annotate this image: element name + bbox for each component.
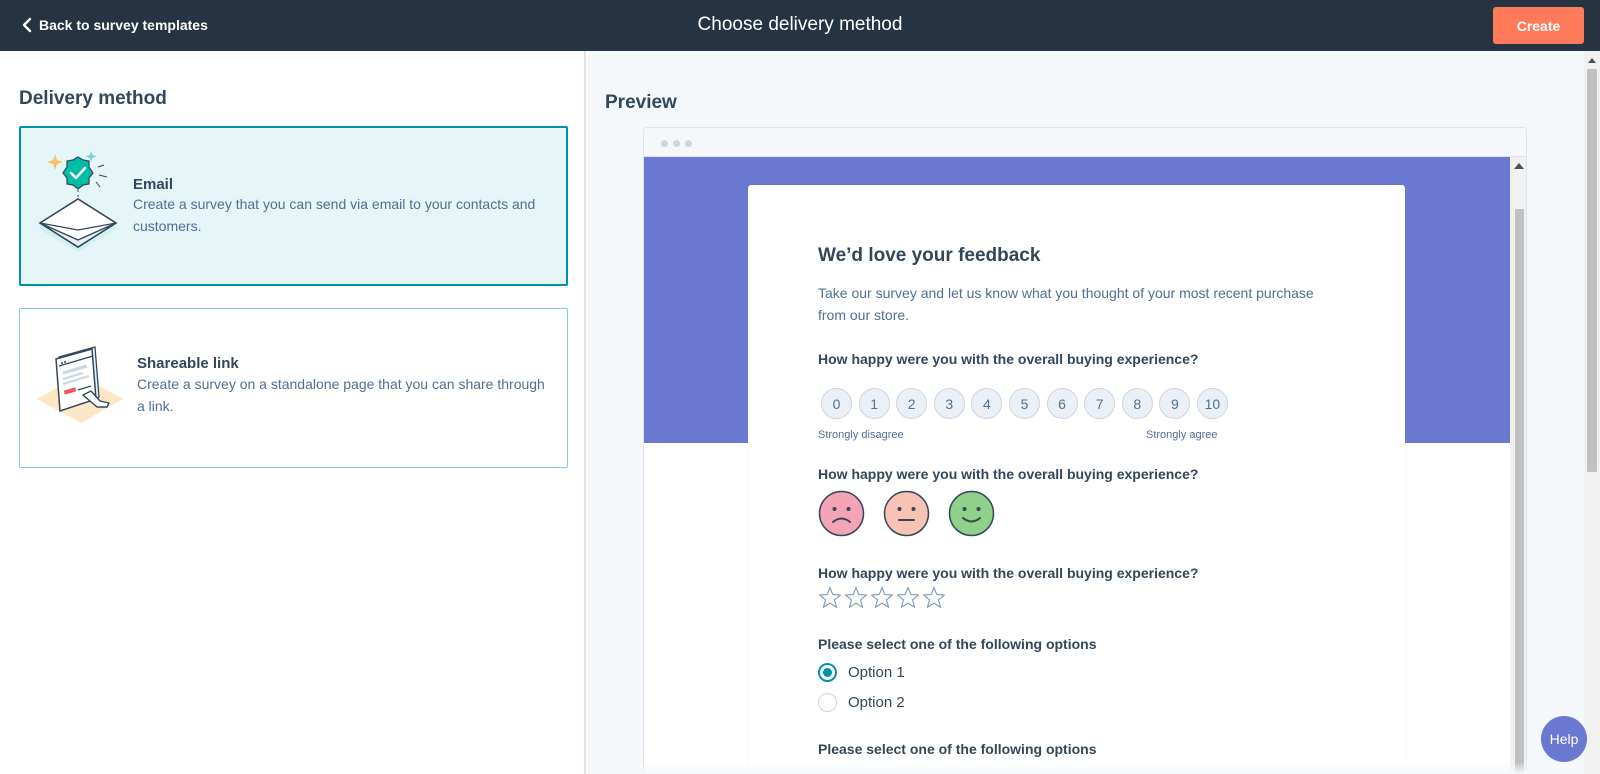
preview-panel: Preview We’d love your feedback Take our…	[588, 51, 1584, 774]
shareable-link-illustration	[37, 346, 123, 423]
survey-description: Take our survey and let us know what you…	[818, 285, 1314, 323]
preview-browser-frame: We’d love your feedback Take our survey …	[643, 127, 1527, 774]
nps-option[interactable]: 10	[1196, 388, 1228, 419]
window-dot	[673, 140, 680, 147]
email-card-title: Email	[133, 176, 174, 193]
survey-card: We’d love your feedback Take our survey …	[748, 185, 1405, 774]
delivery-method-panel: Delivery method Email Create a survey th…	[0, 51, 586, 774]
bottom-fade	[588, 762, 1584, 774]
email-envelope-illustration	[38, 151, 118, 252]
shareable-link-method-card[interactable]: Shareable link Create a survey on a stan…	[19, 308, 568, 468]
radio-option-label: Option 2	[848, 694, 905, 711]
star-icon[interactable]	[844, 586, 868, 610]
create-button[interactable]: Create	[1493, 7, 1584, 44]
nps-option[interactable]: 9	[1159, 388, 1191, 419]
preview-heading: Preview	[605, 92, 677, 113]
radio-button-checked[interactable]	[818, 663, 837, 682]
face-rating	[818, 490, 1013, 537]
shareable-link-card-description: Create a survey on a standalone page tha…	[137, 376, 545, 414]
back-link-label: Back to survey templates	[39, 17, 208, 33]
chevron-left-icon	[22, 17, 32, 33]
nps-option[interactable]: 7	[1084, 388, 1116, 419]
back-to-templates-link[interactable]: Back to survey templates	[22, 14, 208, 36]
page-title: Choose delivery method	[697, 14, 903, 35]
star-icon[interactable]	[870, 586, 894, 610]
help-button[interactable]: Help	[1541, 716, 1587, 762]
radio-option-2[interactable]: Option 2	[818, 693, 905, 712]
nps-option[interactable]: 0	[821, 388, 852, 419]
sad-face-icon[interactable]	[818, 490, 865, 537]
question-label: Please select one of the following optio…	[818, 636, 1097, 652]
question-label: How happy were you with the overall buyi…	[818, 351, 1199, 367]
star-icon[interactable]	[896, 586, 920, 610]
nps-option[interactable]: 6	[1046, 388, 1078, 419]
star-icon[interactable]	[818, 586, 842, 610]
browser-chrome-bar	[644, 128, 1526, 157]
question-label: Please select one of the following optio…	[818, 741, 1097, 757]
question-label: How happy were you with the overall buyi…	[818, 565, 1199, 581]
nps-option[interactable]: 4	[971, 388, 1003, 419]
page-scrollbar[interactable]	[1584, 51, 1600, 774]
nps-option[interactable]: 8	[1121, 388, 1153, 419]
window-dot	[685, 140, 692, 147]
delivery-method-heading: Delivery method	[19, 88, 167, 109]
nps-option[interactable]: 1	[858, 388, 890, 419]
page-scroll-thumb[interactable]	[1587, 69, 1597, 472]
nps-scale: 0 1 2 3 4 5 6 7 8 9 10	[821, 388, 1235, 419]
survey-title: We’d love your feedback	[818, 245, 1041, 266]
star-icon[interactable]	[922, 586, 946, 610]
radio-option-1[interactable]: Option 1	[818, 663, 905, 682]
scroll-up-arrow-icon[interactable]	[1514, 163, 1524, 169]
radio-button[interactable]	[818, 693, 837, 712]
preview-scrollbar[interactable]	[1510, 157, 1526, 774]
nps-option[interactable]: 5	[1008, 388, 1040, 419]
nps-option[interactable]: 3	[933, 388, 965, 419]
star-rating	[818, 586, 948, 610]
top-bar: Back to survey templates Choose delivery…	[0, 0, 1600, 51]
preview-scroll-thumb[interactable]	[1515, 209, 1524, 774]
email-method-card[interactable]: Email Create a survey that you can send …	[19, 126, 568, 286]
scale-low-label: Strongly disagree	[818, 429, 904, 441]
email-card-description: Create a survey that you can send via em…	[133, 196, 536, 234]
window-dot	[661, 140, 668, 147]
nps-option[interactable]: 2	[896, 388, 928, 419]
scroll-up-arrow-icon[interactable]	[1588, 58, 1596, 63]
scale-high-label: Strongly agree	[1146, 429, 1218, 441]
shareable-link-card-title: Shareable link	[137, 355, 239, 372]
neutral-face-icon[interactable]	[883, 490, 930, 537]
radio-option-label: Option 1	[848, 664, 905, 681]
question-label: How happy were you with the overall buyi…	[818, 466, 1199, 482]
happy-face-icon[interactable]	[948, 490, 995, 537]
